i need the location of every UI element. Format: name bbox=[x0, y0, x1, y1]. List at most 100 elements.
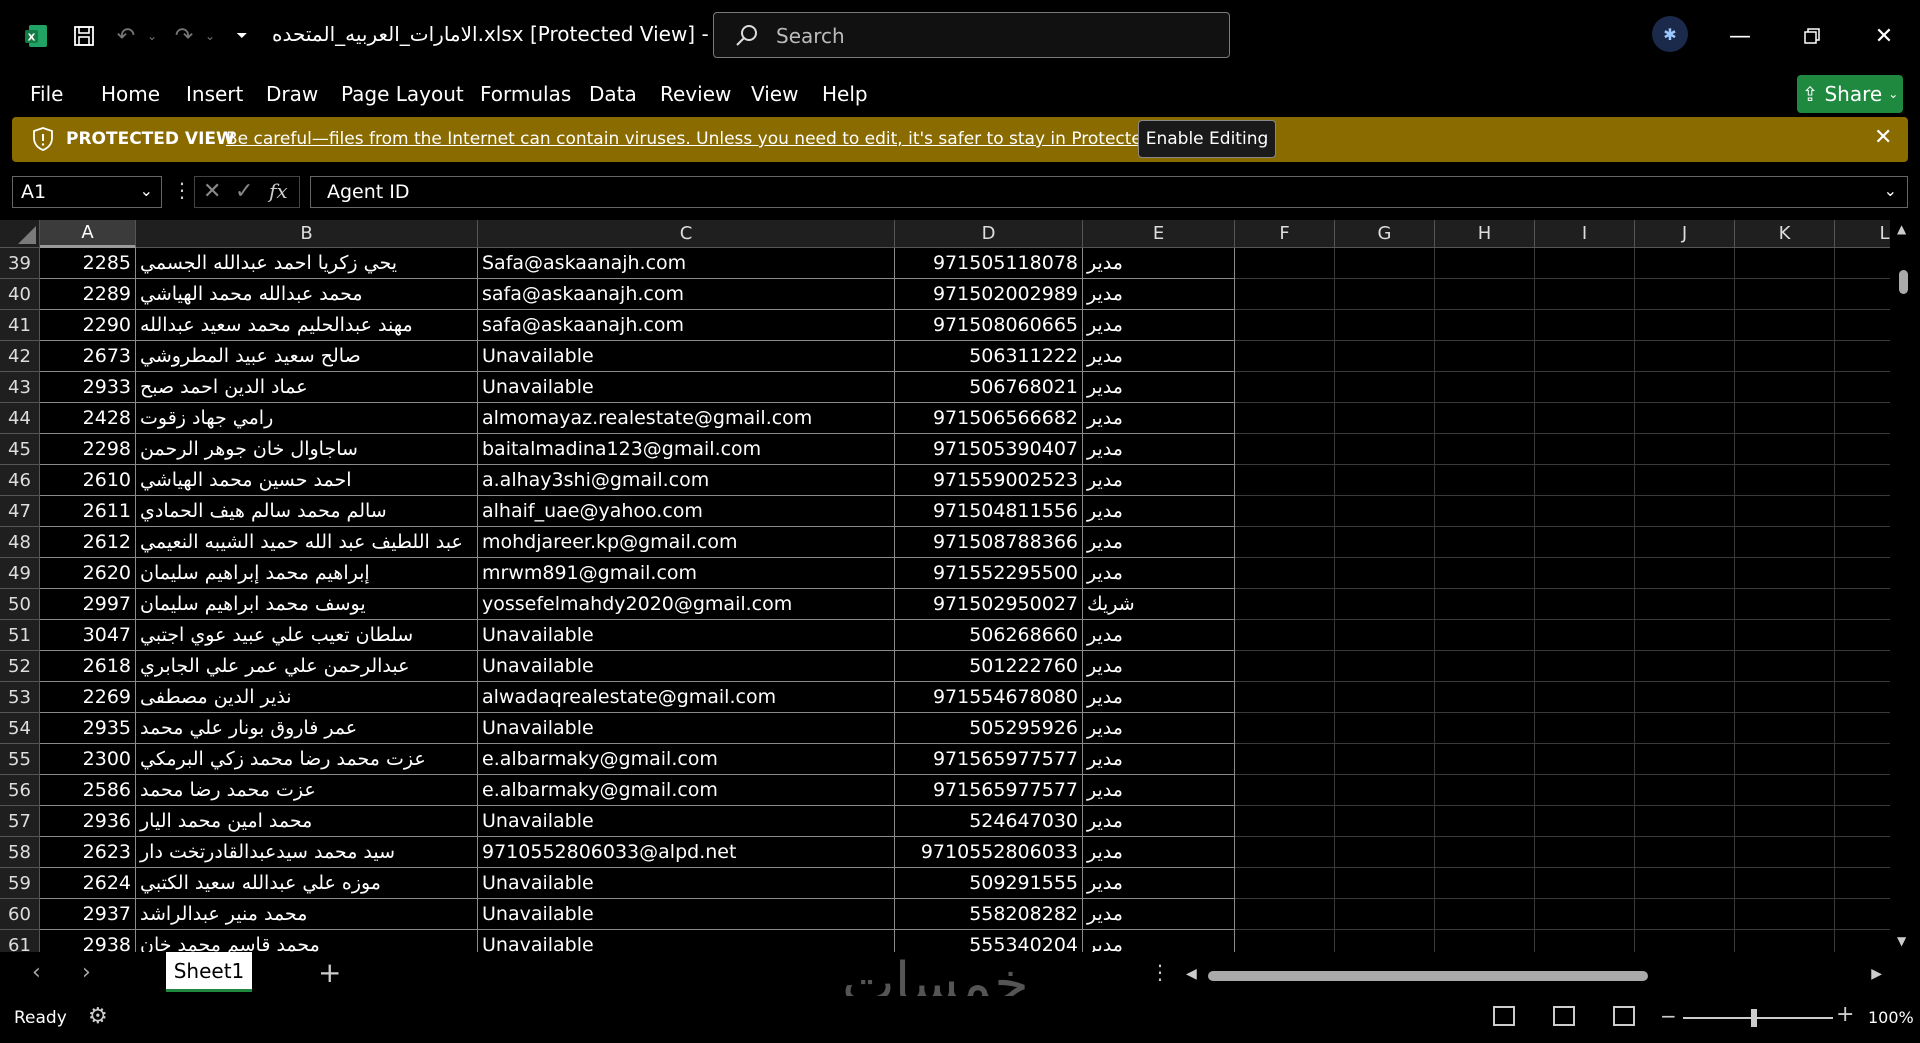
empty-cell[interactable] bbox=[1535, 775, 1635, 806]
row-header[interactable]: 59 bbox=[0, 868, 40, 899]
cell-d[interactable]: 971508060665 bbox=[895, 310, 1083, 341]
more-options-icon[interactable]: ⋮ bbox=[172, 178, 192, 202]
empty-cell[interactable] bbox=[1235, 713, 1335, 744]
cell-d[interactable]: 506311222 bbox=[895, 341, 1083, 372]
empty-cell[interactable] bbox=[1835, 434, 1890, 465]
empty-cell[interactable] bbox=[1635, 372, 1735, 403]
save-icon[interactable] bbox=[70, 22, 98, 50]
empty-cell[interactable] bbox=[1235, 930, 1335, 952]
empty-cell[interactable] bbox=[1435, 279, 1535, 310]
cell-c[interactable]: safa@askaanajh.com bbox=[478, 279, 895, 310]
empty-cell[interactable] bbox=[1335, 930, 1435, 952]
row-header[interactable]: 58 bbox=[0, 837, 40, 868]
accessibility-icon[interactable]: ⚙ bbox=[88, 1004, 108, 1029]
cell-b[interactable]: رامي جهاد زقوت bbox=[136, 403, 478, 434]
cell-b[interactable]: نذير الدين مصطفى bbox=[136, 682, 478, 713]
empty-cell[interactable] bbox=[1235, 744, 1335, 775]
empty-cell[interactable] bbox=[1735, 403, 1835, 434]
cell-e[interactable]: مدير bbox=[1083, 651, 1235, 682]
cell-c[interactable]: e.albarmaky@gmail.com bbox=[478, 775, 895, 806]
tab-view[interactable]: View bbox=[751, 82, 798, 106]
empty-cell[interactable] bbox=[1735, 310, 1835, 341]
empty-cell[interactable] bbox=[1535, 868, 1635, 899]
cell-c[interactable]: alwadaqrealestate@gmail.com bbox=[478, 682, 895, 713]
zoom-level[interactable]: 100% bbox=[1868, 1008, 1914, 1027]
cell-a[interactable]: 2298 bbox=[40, 434, 136, 465]
row-header[interactable]: 61 bbox=[0, 930, 40, 952]
empty-cell[interactable] bbox=[1335, 558, 1435, 589]
empty-cell[interactable] bbox=[1535, 434, 1635, 465]
cell-d[interactable]: 971565977577 bbox=[895, 744, 1083, 775]
cell-e[interactable]: مدير bbox=[1083, 837, 1235, 868]
cell-a[interactable]: 2937 bbox=[40, 899, 136, 930]
empty-cell[interactable] bbox=[1535, 310, 1635, 341]
cell-a[interactable]: 2269 bbox=[40, 682, 136, 713]
check-icon[interactable]: ✓ bbox=[235, 179, 253, 204]
cell-a[interactable]: 2997 bbox=[40, 589, 136, 620]
empty-cell[interactable] bbox=[1235, 248, 1335, 279]
empty-cell[interactable] bbox=[1235, 527, 1335, 558]
horizontal-scrollbar[interactable]: ◀ ▶ bbox=[1184, 966, 1884, 984]
cell-c[interactable]: alhaif_uae@yahoo.com bbox=[478, 496, 895, 527]
empty-cell[interactable] bbox=[1835, 775, 1890, 806]
empty-cell[interactable] bbox=[1735, 651, 1835, 682]
empty-cell[interactable] bbox=[1835, 930, 1890, 952]
empty-cell[interactable] bbox=[1335, 682, 1435, 713]
empty-cell[interactable] bbox=[1635, 558, 1735, 589]
empty-cell[interactable] bbox=[1235, 589, 1335, 620]
empty-cell[interactable] bbox=[1235, 434, 1335, 465]
row-header[interactable]: 45 bbox=[0, 434, 40, 465]
cell-c[interactable]: Unavailable bbox=[478, 620, 895, 651]
empty-cell[interactable] bbox=[1335, 837, 1435, 868]
empty-cell[interactable] bbox=[1435, 310, 1535, 341]
chevron-left-icon[interactable]: ‹ bbox=[32, 960, 41, 985]
column-header-d[interactable]: D bbox=[895, 220, 1083, 248]
empty-cell[interactable] bbox=[1435, 465, 1535, 496]
cell-b[interactable]: عبدالرحمن علي عمر علي الجابري bbox=[136, 651, 478, 682]
empty-cell[interactable] bbox=[1735, 620, 1835, 651]
empty-cell[interactable] bbox=[1735, 930, 1835, 952]
empty-cell[interactable] bbox=[1335, 806, 1435, 837]
cell-d[interactable]: 506768021 bbox=[895, 372, 1083, 403]
cell-c[interactable]: Unavailable bbox=[478, 713, 895, 744]
empty-cell[interactable] bbox=[1635, 341, 1735, 372]
cell-c[interactable]: Unavailable bbox=[478, 930, 895, 952]
empty-cell[interactable] bbox=[1735, 837, 1835, 868]
cancel-icon[interactable]: ✕ bbox=[203, 179, 221, 204]
cell-a[interactable]: 2290 bbox=[40, 310, 136, 341]
empty-cell[interactable] bbox=[1835, 496, 1890, 527]
empty-cell[interactable] bbox=[1735, 775, 1835, 806]
search-input[interactable]: Search bbox=[713, 12, 1230, 58]
add-sheet-icon[interactable]: + bbox=[318, 956, 341, 989]
empty-cell[interactable] bbox=[1335, 310, 1435, 341]
cell-b[interactable]: عبد اللطيف عبد الله حميد الشيبه النعيمي bbox=[136, 527, 478, 558]
column-header-b[interactable]: B bbox=[136, 220, 478, 248]
column-header-j[interactable]: J bbox=[1635, 220, 1735, 248]
normal-view-icon[interactable] bbox=[1493, 1006, 1515, 1026]
row-header[interactable]: 53 bbox=[0, 682, 40, 713]
empty-cell[interactable] bbox=[1535, 465, 1635, 496]
cell-a[interactable]: 3047 bbox=[40, 620, 136, 651]
tab-review[interactable]: Review bbox=[660, 82, 731, 106]
empty-cell[interactable] bbox=[1635, 744, 1735, 775]
tab-data[interactable]: Data bbox=[589, 82, 637, 106]
empty-cell[interactable] bbox=[1535, 403, 1635, 434]
empty-cell[interactable] bbox=[1335, 248, 1435, 279]
empty-cell[interactable] bbox=[1335, 341, 1435, 372]
cell-e[interactable]: مدير bbox=[1083, 496, 1235, 527]
cell-b[interactable]: محمد قاسم محمد خان bbox=[136, 930, 478, 952]
empty-cell[interactable] bbox=[1435, 651, 1535, 682]
cell-a[interactable]: 2936 bbox=[40, 806, 136, 837]
empty-cell[interactable] bbox=[1535, 620, 1635, 651]
redo-icon[interactable]: ↷ bbox=[170, 22, 198, 50]
column-header-a[interactable]: A bbox=[40, 220, 136, 248]
empty-cell[interactable] bbox=[1635, 310, 1735, 341]
row-header[interactable]: 50 bbox=[0, 589, 40, 620]
empty-cell[interactable] bbox=[1435, 899, 1535, 930]
scroll-up-icon[interactable]: ▲ bbox=[1897, 222, 1906, 236]
chevron-right-icon[interactable]: › bbox=[82, 960, 91, 985]
row-header[interactable]: 39 bbox=[0, 248, 40, 279]
empty-cell[interactable] bbox=[1435, 434, 1535, 465]
cell-d[interactable]: 524647030 bbox=[895, 806, 1083, 837]
empty-cell[interactable] bbox=[1435, 496, 1535, 527]
